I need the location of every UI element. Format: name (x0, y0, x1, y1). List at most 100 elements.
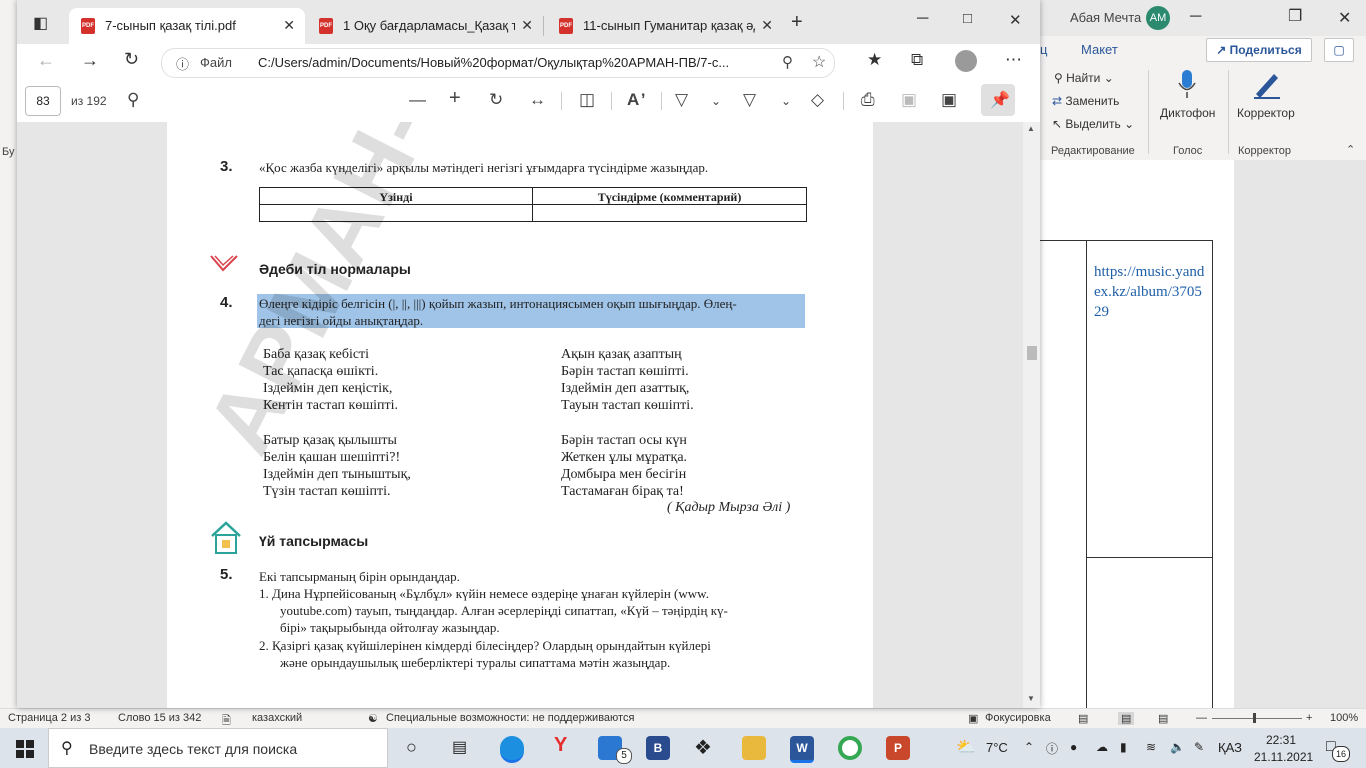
close-window-icon[interactable]: ✕ (1009, 11, 1022, 29)
scroll-down-icon[interactable]: ▼ (1027, 694, 1035, 703)
zoom-out-icon[interactable]: — (1196, 712, 1207, 724)
scroll-up-icon[interactable]: ▲ (1027, 124, 1035, 133)
pen-icon[interactable]: ✎ (1194, 740, 1204, 754)
close-icon[interactable]: ✕ (761, 17, 773, 34)
wifi-icon[interactable]: ≋ (1146, 740, 1156, 754)
read-aloud-icon[interactable]: A ’ (627, 90, 645, 110)
help-icon[interactable]: ⓘ (1046, 740, 1058, 757)
status-words[interactable]: Слово 15 из 342 (118, 712, 201, 724)
rotate-icon[interactable]: ↻ (489, 90, 503, 110)
corrector-label[interactable]: Корректор (1237, 106, 1295, 120)
status-focus[interactable]: Фокусировка (985, 712, 1051, 724)
print-layout-icon[interactable]: ▤ (1118, 712, 1135, 725)
restore-icon[interactable]: ❐ (1288, 6, 1302, 26)
tab-programme[interactable]: PDF 1 Оқу бағдарламасы_Қазақ тілі ✕ (307, 8, 543, 44)
favorites-icon[interactable]: ★ (867, 50, 882, 70)
zoom-slider-thumb[interactable] (1253, 713, 1256, 723)
highlight-icon[interactable]: ▽ (743, 90, 756, 110)
close-icon[interactable]: ✕ (521, 17, 533, 34)
print-icon[interactable]: ⎙ (861, 90, 875, 110)
focus-icon[interactable]: ▣ (968, 712, 978, 725)
weather-temp[interactable]: 7°C (986, 740, 1008, 755)
read-mode-icon[interactable]: ▤ (1078, 712, 1088, 725)
back-icon[interactable]: ← (37, 50, 55, 71)
clock-date[interactable]: 21.11.2021 (1254, 750, 1313, 764)
search-icon[interactable]: ⚲ (127, 90, 139, 110)
pdf-viewer[interactable]: 3. «Қос жазба күнделігі» арқылы мәтіндег… (17, 122, 1040, 708)
url-field[interactable]: ⓘ Файл C:/Users/admin/Documents/Новый%20… (161, 48, 835, 78)
tab-actions-icon[interactable]: ◧ (33, 13, 48, 33)
find-button[interactable]: ⚲ Найти ⌄ (1054, 71, 1114, 85)
yandex-app-icon[interactable]: Y (554, 734, 567, 757)
save-as-icon[interactable]: ▣ (941, 90, 957, 110)
word-user-name[interactable]: Абая Мечта (1070, 10, 1141, 25)
zoom-slider[interactable] (1212, 718, 1302, 719)
close-icon[interactable]: ✕ (1338, 8, 1351, 28)
page-view-icon[interactable]: ◫ (579, 90, 595, 110)
task-view-icon[interactable]: ▤ (452, 737, 467, 757)
draw-icon[interactable]: ▽ (675, 90, 688, 110)
zoom-in-icon[interactable]: + (449, 87, 461, 110)
powerpoint-app-icon[interactable]: P (886, 736, 910, 760)
ribbon-collapse-icon[interactable]: ─ (1190, 8, 1201, 26)
tab-references[interactable]: ц (1040, 42, 1047, 57)
status-accessibility[interactable]: Специальные возможности: не поддерживают… (386, 712, 634, 724)
cloud-icon[interactable]: ☁ (1096, 740, 1108, 754)
accessibility-icon[interactable]: ☯ (368, 712, 378, 725)
zoom-out-icon[interactable]: — (409, 90, 426, 110)
battery-icon[interactable]: ▮ (1120, 740, 1127, 754)
minimize-icon[interactable]: ─ (917, 10, 928, 28)
tab-layout[interactable]: Макет (1081, 42, 1118, 57)
chevron-up-icon[interactable]: ⌃ (1024, 740, 1034, 754)
weather-icon[interactable]: ⛅ (956, 737, 976, 757)
zoom-in-icon[interactable]: + (1306, 712, 1312, 724)
maximize-icon[interactable]: □ (963, 10, 972, 27)
web-layout-icon[interactable]: ▤ (1158, 712, 1168, 725)
fit-page-icon[interactable]: ↔ (529, 90, 546, 110)
chrome-app-icon[interactable] (838, 736, 862, 760)
microphone-icon[interactable] (1176, 70, 1198, 100)
share-button[interactable]: ↗ Поделиться (1206, 38, 1312, 62)
file-explorer-icon[interactable] (742, 736, 766, 760)
new-tab-icon[interactable]: + (791, 11, 803, 34)
refresh-icon[interactable]: ↻ (124, 49, 139, 70)
dictaphone-label[interactable]: Диктофон (1160, 106, 1215, 120)
cortana-icon[interactable]: ○ (406, 737, 417, 758)
page-number-input[interactable]: 83 (25, 86, 61, 116)
tab-grade11[interactable]: PDF 11-сынып Гуманитар қазақ әде ✕ (547, 8, 783, 44)
status-page[interactable]: Страница 2 из 3 (8, 712, 90, 724)
collections-icon[interactable]: ⧉ (911, 50, 923, 70)
speaker-icon[interactable]: 🔈 (1170, 740, 1185, 754)
pin-toolbar-button[interactable]: 📌 (981, 84, 1015, 116)
word-app-icon[interactable]: W (790, 736, 814, 763)
close-icon[interactable]: ✕ (283, 17, 295, 34)
avatar[interactable]: AM (1146, 6, 1170, 30)
profile-icon[interactable] (955, 50, 977, 72)
status-language[interactable]: казахский (252, 712, 302, 724)
zoom-icon[interactable]: ⚲ (782, 53, 793, 71)
add-favorite-icon[interactable]: ☆ (812, 52, 826, 72)
chevron-down-icon[interactable]: ⌄ (781, 94, 791, 108)
windows-start-icon[interactable] (16, 740, 34, 758)
pdf-scrollbar[interactable]: ▲ ▼ (1023, 122, 1040, 708)
collapse-ribbon-icon[interactable]: ⌃ (1346, 143, 1355, 156)
comments-button[interactable]: ▢ (1324, 38, 1354, 62)
info-icon[interactable]: ⓘ (176, 54, 189, 73)
more-icon[interactable]: ⋯ (1005, 50, 1022, 70)
tab-pdf-7[interactable]: PDF 7-сынып қазақ тілі.pdf ✕ (69, 8, 305, 44)
vk-app-icon[interactable]: B (646, 736, 670, 760)
word-table-link[interactable]: https://music.yandex.kz/album/370529 (1094, 262, 1209, 322)
status-zoom[interactable]: 100% (1330, 712, 1358, 724)
eraser-icon[interactable]: ◇ (811, 90, 824, 110)
select-button[interactable]: ↖ Выделить ⌄ (1052, 117, 1134, 131)
taskbar-search[interactable]: ⚲ Введите здесь текст для поиска (48, 728, 388, 768)
save-icon[interactable]: ▣ (901, 90, 917, 110)
input-language[interactable]: ҚАЗ (1218, 740, 1242, 755)
forward-icon[interactable]: → (81, 50, 99, 71)
url-text[interactable]: C:/Users/admin/Documents/Новый%20формат/… (258, 55, 729, 70)
scrollbar-thumb[interactable] (1027, 346, 1037, 360)
replace-button[interactable]: ⇄ Заменить (1052, 94, 1119, 108)
network-status-icon[interactable]: ● (1070, 740, 1077, 754)
chevron-down-icon[interactable]: ⌄ (711, 94, 721, 108)
editor-pen-icon[interactable] (1252, 70, 1282, 100)
